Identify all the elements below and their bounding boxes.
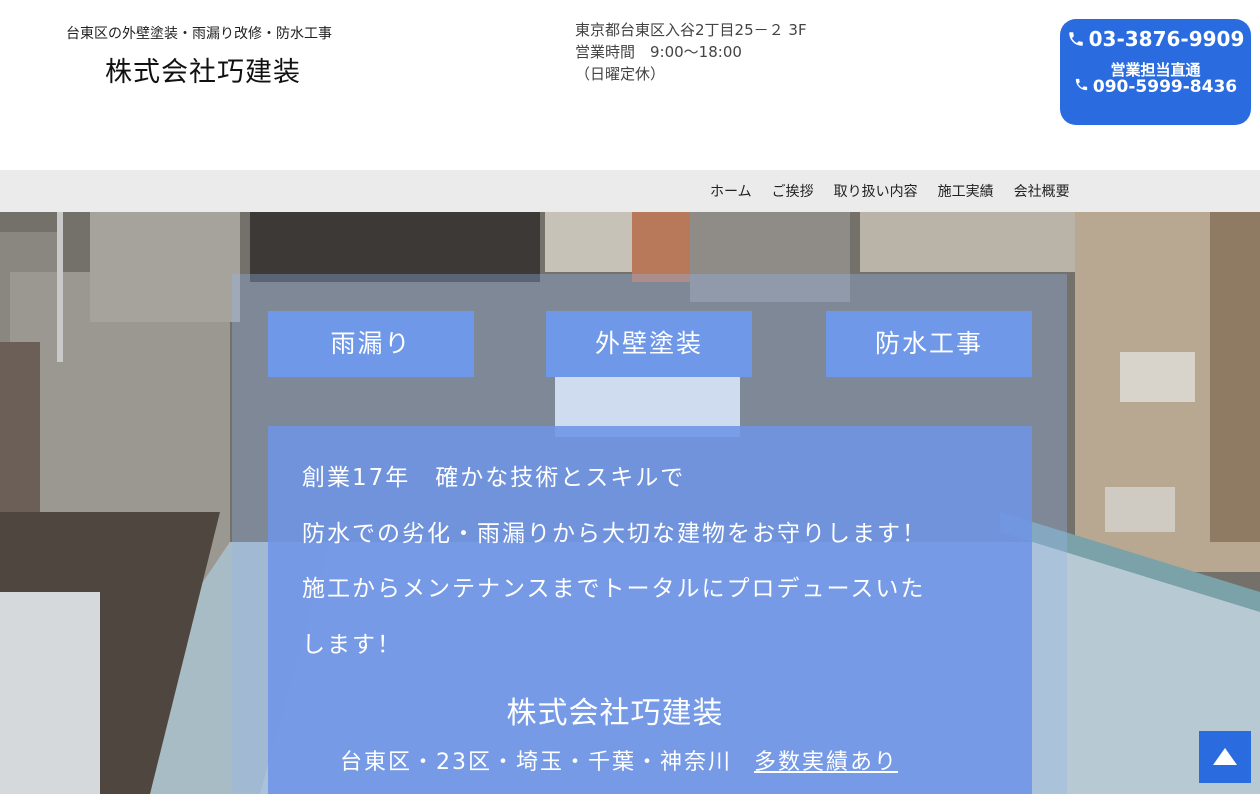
hero-company-name: 株式会社巧建装	[506, 696, 724, 731]
track-record-link[interactable]: 多数実績あり	[754, 750, 898, 775]
company-logo-text[interactable]: 株式会社巧建装	[105, 50, 301, 89]
hero-message-line: します！	[302, 632, 402, 658]
phone-main-line[interactable]: 03-3876-9909	[1060, 27, 1251, 53]
nav-services[interactable]: 取り扱い内容	[834, 181, 918, 201]
hero-service-areas: 台東区・23区・埼玉・千葉・神奈川 多数実績あり	[340, 744, 898, 776]
phone-main-number[interactable]: 03-3876-9909	[1089, 27, 1245, 51]
service-button-exterior-painting[interactable]: 外壁塗装	[546, 311, 752, 377]
site-tagline: 台東区の外壁塗装・雨漏り改修・防水工事	[66, 26, 332, 42]
phone-contact-box[interactable]: 03-3876-9909 営業担当直通 090-5999-8436	[1060, 19, 1251, 125]
service-button-waterproofing[interactable]: 防水工事	[826, 311, 1032, 377]
nav-works[interactable]: 施工実績	[938, 181, 994, 201]
back-to-top-button[interactable]	[1199, 731, 1251, 783]
hero-message-line: 創業17年 確かな技術とスキルで	[302, 465, 686, 491]
hero-section: 雨漏り 外壁塗装 防水工事 創業17年 確かな技術とスキルで 防水での劣化・雨漏…	[0, 212, 1260, 794]
company-info: 東京都台東区入谷2丁目25－２ 3F 営業時間 9:00〜18:00 （日曜定休…	[575, 19, 807, 85]
nav-home[interactable]: ホーム	[710, 181, 752, 201]
service-button-rain-leak[interactable]: 雨漏り	[268, 311, 474, 377]
address-text: 東京都台東区入谷2丁目25－２ 3F	[575, 21, 807, 39]
nav-greeting[interactable]: ご挨拶	[772, 181, 814, 201]
hero-message-line: 施工からメンテナンスまでトータルにプロデュースいた	[302, 576, 926, 602]
nav-company[interactable]: 会社概要	[1014, 181, 1070, 201]
site-header: 台東区の外壁塗装・雨漏り改修・防水工事 株式会社巧建装 東京都台東区入谷2丁目2…	[0, 0, 1260, 170]
closed-day: （日曜定休）	[575, 65, 666, 83]
main-nav: ホーム ご挨拶 取り扱い内容 施工実績 会社概要	[0, 170, 1260, 212]
phone-mobile-line[interactable]: 090-5999-8436	[1060, 77, 1251, 97]
phone-mobile-number[interactable]: 090-5999-8436	[1093, 77, 1237, 97]
business-hours: 営業時間 9:00〜18:00	[575, 43, 742, 61]
triangle-up-icon	[1213, 748, 1237, 765]
service-areas-text: 台東区・23区・埼玉・千葉・神奈川	[340, 750, 732, 775]
phone-icon	[1074, 77, 1089, 97]
hero-message-box: 創業17年 確かな技術とスキルで 防水での劣化・雨漏りから大切な建物をお守りしま…	[268, 426, 1032, 794]
phone-icon	[1067, 29, 1085, 53]
hero-message-line: 防水での劣化・雨漏りから大切な建物をお守りします！	[302, 521, 927, 547]
